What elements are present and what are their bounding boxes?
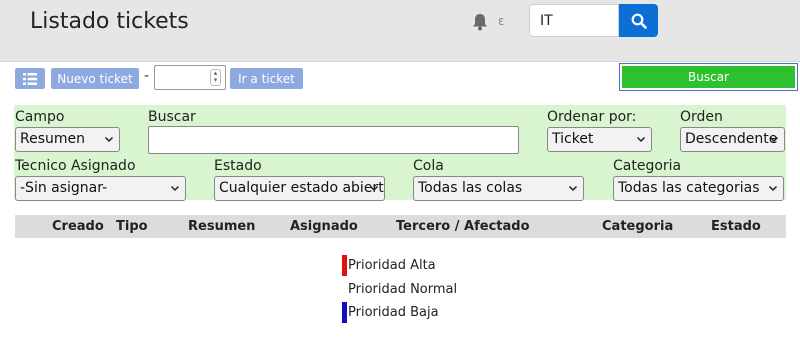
column-header-creado[interactable]: Creado	[52, 219, 104, 234]
search-button[interactable]	[619, 4, 658, 37]
orden-select-value: Descendente	[685, 131, 778, 147]
column-header-asignado[interactable]: Asignado	[290, 219, 358, 234]
column-header-estado[interactable]: Estado	[711, 219, 761, 234]
priority-color-swatch	[342, 255, 347, 276]
tecnico-label: Tecnico Asignado	[15, 158, 136, 174]
column-header-resumen[interactable]: Resumen	[188, 219, 255, 234]
table-header: Creado Tipo Resumen Asignado Tercero / A…	[15, 215, 786, 238]
search-icon	[631, 13, 647, 29]
chevron-down-icon	[769, 136, 779, 143]
buscar-text-input[interactable]	[148, 126, 519, 154]
orden-label: Orden	[680, 109, 723, 125]
cola-label: Cola	[413, 158, 444, 174]
separator-dash: -	[144, 68, 150, 84]
ordenar-select[interactable]: Ticket	[547, 127, 652, 152]
search-input[interactable]	[529, 4, 619, 37]
notification-count: ε	[498, 14, 505, 28]
estado-select-value: Cualquier estado abiert	[219, 180, 384, 196]
column-header-categoria[interactable]: Categoria	[602, 219, 673, 234]
categoria-select[interactable]: Todas las categorias	[613, 176, 784, 201]
cola-select[interactable]: Todas las colas	[413, 176, 584, 201]
priority-color-swatch	[342, 302, 347, 323]
priority-color-swatch	[342, 279, 347, 300]
legend-label: Prioridad Baja	[348, 305, 439, 320]
legend-label: Prioridad Alta	[348, 258, 436, 273]
categoria-label: Categoria	[613, 158, 682, 174]
ticket-number-input[interactable]: ▴ ▾	[154, 65, 226, 90]
tecnico-select[interactable]: -Sin asignar-	[15, 176, 186, 201]
estado-select[interactable]: Cualquier estado abiert	[214, 176, 385, 201]
chevron-down-icon	[170, 185, 180, 192]
bell-icon[interactable]	[472, 13, 488, 31]
page-title: Listado tickets	[30, 9, 189, 34]
chevron-down-icon	[768, 185, 778, 192]
categoria-select-value: Todas las categorias	[618, 180, 760, 196]
cola-select-value: Todas las colas	[418, 180, 523, 196]
chevron-down-icon	[636, 136, 646, 143]
new-ticket-button[interactable]: Nuevo ticket	[51, 68, 139, 89]
campo-select[interactable]: Resumen	[15, 127, 120, 152]
number-spinner[interactable]: ▴ ▾	[210, 69, 221, 86]
tecnico-select-value: -Sin asignar-	[20, 180, 108, 196]
buscar-button[interactable]: Buscar	[619, 63, 798, 91]
chevron-down-icon	[104, 136, 114, 143]
chevron-down-icon	[568, 185, 578, 192]
page-header: Listado tickets ε	[0, 0, 800, 62]
legend-label: Prioridad Normal	[348, 282, 458, 297]
column-header-tercero[interactable]: Tercero / Afectado	[396, 219, 530, 234]
column-header-tipo[interactable]: Tipo	[116, 219, 148, 234]
list-view-button[interactable]	[15, 68, 45, 89]
list-icon	[23, 72, 37, 85]
chevron-down-icon	[369, 185, 379, 192]
ordenar-select-value: Ticket	[552, 131, 594, 147]
go-to-ticket-button[interactable]: Ir a ticket	[230, 68, 303, 89]
orden-select[interactable]: Descendente	[680, 127, 785, 152]
ordenar-label: Ordenar por:	[547, 109, 637, 125]
filter-panel: Campo Resumen Buscar Ordenar por: Ticket…	[14, 105, 786, 201]
buscar-label: Buscar	[148, 109, 196, 125]
buscar-button-label: Buscar	[622, 66, 795, 88]
campo-label: Campo	[15, 109, 65, 125]
estado-label: Estado	[214, 158, 262, 174]
campo-select-value: Resumen	[20, 131, 86, 147]
